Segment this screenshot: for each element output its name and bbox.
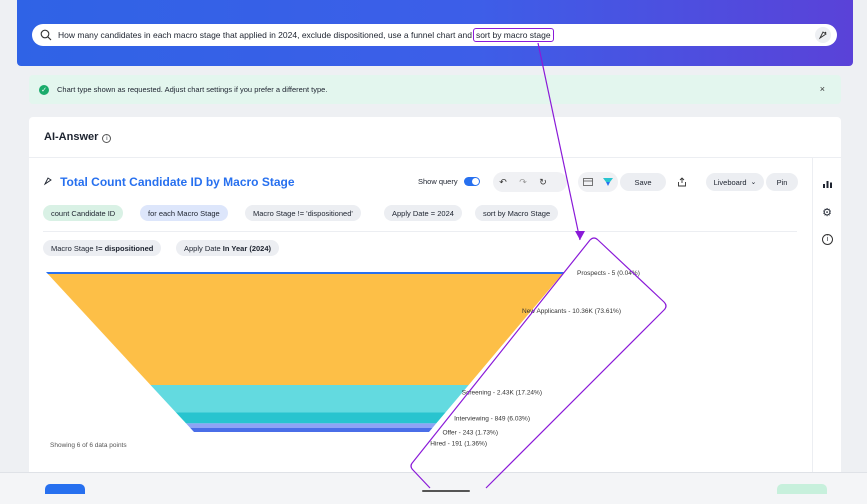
chevron-down-icon: ⌄ [750, 179, 757, 186]
bar-chart-icon[interactable] [821, 178, 833, 190]
info-icon[interactable]: i [822, 234, 833, 245]
liveboard-label: Liveboard [713, 177, 747, 187]
funnel-label: Interviewing - 849 (6.03%) [454, 415, 530, 422]
redo-icon[interactable]: ↷ [513, 172, 533, 192]
divider [29, 157, 841, 158]
show-query-toggle[interactable]: Show query [418, 177, 480, 186]
funnel-segment-interviewing[interactable] [175, 412, 446, 424]
token-chip[interactable]: Apply Date = 2024 [384, 205, 462, 221]
table-icon[interactable] [578, 172, 598, 192]
token-chip[interactable]: count Candidate ID [43, 205, 124, 221]
funnel-segment-offer[interactable] [186, 423, 437, 428]
download-icon[interactable] [673, 173, 691, 191]
funnel-chart: Prospects - 5 (0.04%) New Applicants - 10… [46, 270, 640, 447]
token-chip[interactable]: sort by Macro Stage [475, 205, 559, 221]
undo-icon[interactable]: ↶ [493, 172, 513, 192]
toggle-switch[interactable] [463, 177, 480, 186]
save-button[interactable]: Save [620, 173, 666, 191]
liveboard-dropdown[interactable]: Liveboard ⌄ [706, 173, 764, 191]
search-bar[interactable]: How many candidates in each macro stage … [32, 24, 837, 46]
reset-icon[interactable]: ↻ [533, 172, 553, 192]
gear-icon[interactable]: ⚙ [821, 206, 833, 219]
view-toggle [578, 172, 618, 192]
card-title-text: AI-Answer [44, 131, 99, 143]
divider [43, 231, 797, 232]
data-points-caption: Showing 6 of 6 data points [50, 442, 127, 449]
success-banner: ✓ Chart type shown as requested. Adjust … [29, 75, 841, 104]
funnel-icon[interactable] [598, 172, 618, 192]
pin-button[interactable]: Pin [766, 173, 798, 191]
close-icon[interactable]: × [820, 84, 825, 94]
side-divider [812, 157, 813, 483]
funnel-segment-hired[interactable] [190, 427, 433, 432]
funnel-segment-screening[interactable] [150, 384, 469, 413]
token-chip[interactable]: Macro Stage != 'dispositioned' [245, 205, 361, 221]
footer-button[interactable] [45, 484, 85, 494]
search-query-text[interactable]: How many candidates in each macro stage … [58, 30, 472, 40]
funnel-label: Hired - 191 (1.36%) [430, 440, 487, 447]
funnel-label: New Applicants - 10.36K (73.61%) [522, 308, 621, 315]
footer [0, 472, 867, 504]
viz-title[interactable]: Total Count Candidate ID by Macro Stage [43, 175, 295, 189]
show-query-label: Show query [418, 177, 458, 186]
banner-message: Chart type shown as requested. Adjust ch… [57, 85, 328, 94]
token-chip[interactable]: for each Macro Stage [140, 205, 228, 221]
viz-title-text[interactable]: Total Count Candidate ID by Macro Stage [60, 175, 294, 189]
search-icon [40, 29, 52, 41]
funnel-label: Prospects - 5 (0.04%) [577, 270, 640, 277]
card-title: AI-Answer i [44, 131, 112, 143]
sage-icon[interactable] [815, 27, 831, 43]
sparkle-icon [43, 177, 56, 189]
funnel-segment-new-applicants[interactable] [47, 274, 563, 385]
search-query-highlight[interactable]: sort by macro stage [472, 28, 554, 42]
funnel-segment-prospects[interactable] [46, 272, 564, 275]
history-toolbar: ↶ ↷ ↻ [493, 172, 567, 192]
footer-button[interactable] [777, 484, 827, 494]
funnel-label: Screening - 2.43K (17.24%) [462, 390, 542, 397]
drag-handle[interactable] [422, 490, 470, 492]
check-circle-icon: ✓ [39, 84, 49, 95]
answer-card: AI-Answer i Total Count Candidate ID by M… [29, 117, 841, 483]
funnel-label: Offer - 243 (1.73%) [442, 430, 498, 437]
info-icon[interactable]: i [102, 134, 112, 143]
